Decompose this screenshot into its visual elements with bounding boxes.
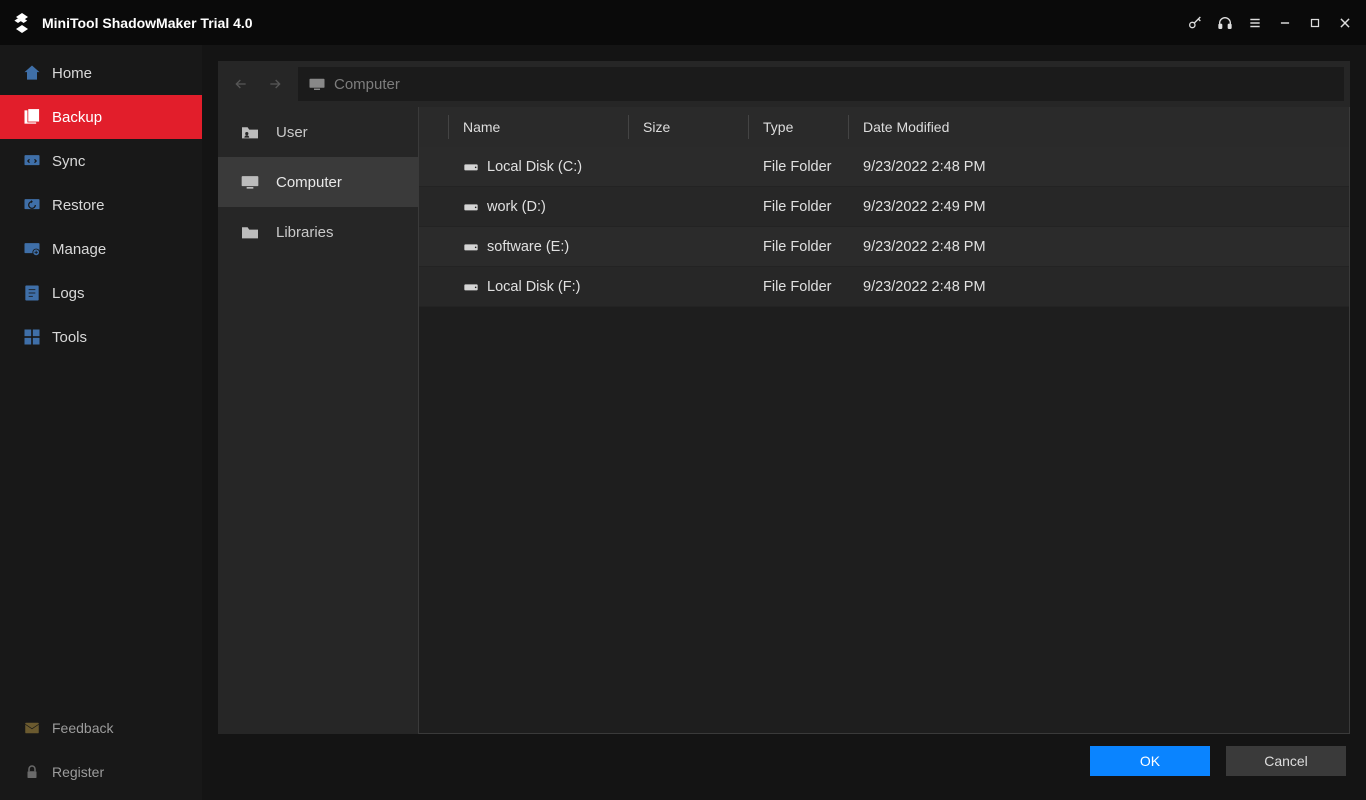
- sidebar-item-label: Tools: [52, 329, 87, 346]
- sidebar-item-label: Feedback: [52, 720, 113, 736]
- sidebar-item-label: Backup: [52, 109, 102, 126]
- table-row[interactable]: Local Disk (F:) File Folder 9/23/2022 2:…: [419, 267, 1349, 307]
- sidebar-item-logs[interactable]: Logs: [0, 271, 202, 315]
- row-type: File Folder: [749, 199, 849, 215]
- close-icon[interactable]: [1330, 8, 1360, 38]
- column-name[interactable]: Name: [449, 115, 629, 139]
- tree-item-label: Computer: [276, 174, 342, 191]
- table-row[interactable]: Local Disk (C:) File Folder 9/23/2022 2:…: [419, 147, 1349, 187]
- sidebar-item-tools[interactable]: Tools: [0, 315, 202, 359]
- sidebar-item-manage[interactable]: Manage: [0, 227, 202, 271]
- tree-item-computer[interactable]: Computer: [218, 157, 418, 207]
- row-type: File Folder: [749, 159, 849, 175]
- headset-icon[interactable]: [1210, 8, 1240, 38]
- row-type: File Folder: [749, 239, 849, 255]
- sidebar-item-label: Register: [52, 764, 104, 780]
- list-pane: Name Size Type Date Modified Local Disk …: [418, 107, 1350, 734]
- main-panel: Computer User: [202, 45, 1366, 800]
- path-text: Computer: [334, 76, 400, 93]
- tree-item-label: Libraries: [276, 224, 334, 241]
- column-type[interactable]: Type: [749, 115, 849, 139]
- manage-icon: [22, 239, 42, 259]
- tools-icon: [22, 327, 42, 347]
- user-folder-icon: [240, 123, 262, 141]
- table-row[interactable]: software (E:) File Folder 9/23/2022 2:48…: [419, 227, 1349, 267]
- sidebar-item-sync[interactable]: Sync: [0, 139, 202, 183]
- row-date: 9/23/2022 2:48 PM: [849, 159, 999, 175]
- table-row[interactable]: work (D:) File Folder 9/23/2022 2:49 PM: [419, 187, 1349, 227]
- tree-pane: User Computer Libraries: [218, 107, 418, 734]
- cancel-button[interactable]: Cancel: [1226, 746, 1346, 776]
- computer-icon: [308, 77, 326, 91]
- home-icon: [22, 63, 42, 83]
- title-bar: MiniTool ShadowMaker Trial 4.0: [0, 0, 1366, 45]
- minimize-icon[interactable]: [1270, 8, 1300, 38]
- maximize-icon[interactable]: [1300, 8, 1330, 38]
- app-window: MiniTool ShadowMaker Trial 4.0: [0, 0, 1366, 800]
- backup-icon: [22, 107, 42, 127]
- libraries-icon: [240, 223, 262, 241]
- sync-icon: [22, 151, 42, 171]
- ok-button[interactable]: OK: [1090, 746, 1210, 776]
- column-size[interactable]: Size: [629, 115, 749, 139]
- file-browser: Computer User: [218, 61, 1350, 734]
- sidebar-nav: Home Backup Sync: [0, 45, 202, 359]
- row-name: work (D:): [487, 199, 546, 215]
- row-date: 9/23/2022 2:48 PM: [849, 279, 999, 295]
- path-field[interactable]: Computer: [298, 67, 1344, 101]
- logs-icon: [22, 283, 42, 303]
- row-type: File Folder: [749, 279, 849, 295]
- nav-forward-icon[interactable]: [258, 67, 292, 101]
- sidebar-item-backup[interactable]: Backup: [0, 95, 202, 139]
- row-name: Local Disk (F:): [487, 279, 580, 295]
- app-title: MiniTool ShadowMaker Trial 4.0: [42, 15, 253, 31]
- restore-icon: [22, 195, 42, 215]
- row-date: 9/23/2022 2:48 PM: [849, 239, 999, 255]
- file-rows: Local Disk (C:) File Folder 9/23/2022 2:…: [419, 147, 1349, 733]
- dialog-footer: OK Cancel: [218, 734, 1350, 788]
- nav-back-icon[interactable]: [224, 67, 258, 101]
- sidebar-bottom: Feedback Register: [0, 706, 202, 800]
- drive-icon: [463, 161, 479, 173]
- sidebar-item-feedback[interactable]: Feedback: [0, 706, 202, 750]
- column-header: Name Size Type Date Modified: [419, 107, 1349, 147]
- sidebar-item-label: Logs: [52, 285, 85, 302]
- path-bar: Computer: [218, 61, 1350, 107]
- sidebar-item-label: Manage: [52, 241, 106, 258]
- column-checkbox[interactable]: [419, 115, 449, 139]
- tree-item-libraries[interactable]: Libraries: [218, 207, 418, 257]
- sidebar-item-label: Home: [52, 65, 92, 82]
- drive-icon: [463, 281, 479, 293]
- drive-icon: [463, 241, 479, 253]
- register-icon: [22, 762, 42, 782]
- row-date: 9/23/2022 2:49 PM: [849, 199, 999, 215]
- app-logo-icon: [8, 9, 36, 37]
- row-name: Local Disk (C:): [487, 159, 582, 175]
- sidebar-item-label: Restore: [52, 197, 105, 214]
- tree-item-user[interactable]: User: [218, 107, 418, 157]
- feedback-icon: [22, 718, 42, 738]
- sidebar-item-restore[interactable]: Restore: [0, 183, 202, 227]
- row-name: software (E:): [487, 239, 569, 255]
- column-date[interactable]: Date Modified: [849, 115, 999, 139]
- key-icon[interactable]: [1180, 8, 1210, 38]
- computer-icon: [240, 173, 262, 191]
- sidebar-item-label: Sync: [52, 153, 85, 170]
- sidebar: Home Backup Sync: [0, 45, 202, 800]
- menu-icon[interactable]: [1240, 8, 1270, 38]
- sidebar-item-home[interactable]: Home: [0, 51, 202, 95]
- drive-icon: [463, 201, 479, 213]
- sidebar-item-register[interactable]: Register: [0, 750, 202, 794]
- tree-item-label: User: [276, 124, 308, 141]
